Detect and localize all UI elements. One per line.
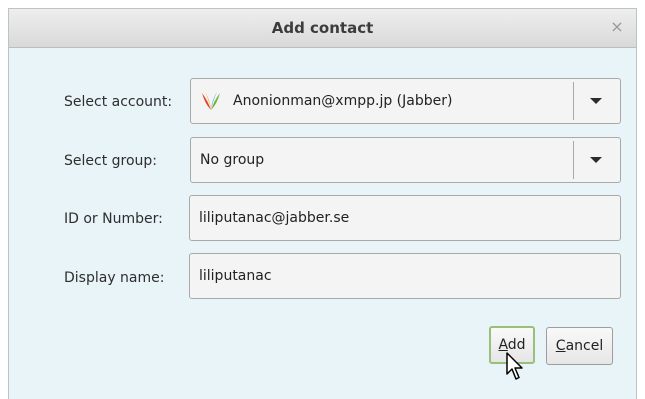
jabber-logo-icon — [202, 92, 220, 110]
group-dropdown-button[interactable] — [573, 141, 617, 179]
chevron-down-icon — [590, 98, 602, 104]
group-value: No group — [200, 152, 265, 168]
dialog-title: Add contact — [271, 19, 374, 37]
close-icon[interactable]: × — [608, 18, 626, 36]
account-dropdown-button[interactable] — [573, 82, 617, 120]
id-or-number-label: ID or Number: — [64, 211, 163, 227]
id-or-number-field[interactable] — [190, 196, 620, 240]
cancel-button[interactable]: Cancel — [546, 327, 613, 365]
add-button-mnemonic: A — [498, 337, 508, 353]
mouse-pointer-icon — [506, 352, 523, 380]
select-account-label: Select account: — [64, 94, 173, 110]
chevron-down-icon — [590, 157, 602, 163]
add-button-label-rest: dd — [507, 337, 526, 353]
title-bar: Add contact × — [9, 9, 636, 48]
cancel-button-label-rest: ancel — [565, 338, 604, 354]
cancel-button-mnemonic: C — [555, 338, 566, 354]
group-combobox[interactable]: No group — [190, 137, 621, 183]
display-name-field-box[interactable] — [189, 253, 621, 299]
id-or-number-field-box[interactable] — [189, 195, 621, 241]
display-name-label: Display name: — [64, 270, 165, 286]
display-name-field[interactable] — [190, 254, 620, 298]
account-value: Anonionman@xmpp.jp (Jabber) — [233, 93, 453, 109]
account-combobox[interactable]: Anonionman@xmpp.jp (Jabber) — [190, 78, 621, 124]
select-group-label: Select group: — [64, 153, 158, 169]
